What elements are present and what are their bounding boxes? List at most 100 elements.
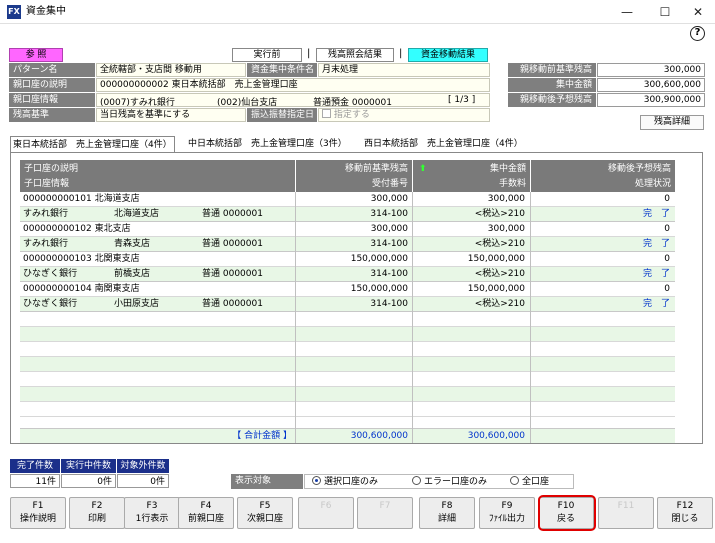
post-balance-cell: 0 bbox=[664, 254, 670, 264]
header-amount: ⬆ 集中金額 手数料 bbox=[413, 160, 530, 192]
table-row[interactable]: 000000000102 東北支店 300,000 300,000 0 bbox=[20, 222, 675, 237]
help-icon[interactable]: ? bbox=[690, 26, 705, 41]
child-branch: 青森支店 bbox=[114, 239, 151, 249]
empty-row bbox=[20, 342, 675, 357]
parent-account: 普通預金 0000001 bbox=[313, 98, 392, 108]
done-count-label: 完了件数 bbox=[10, 459, 60, 473]
post-balance-cell: 0 bbox=[664, 284, 670, 294]
tab-east[interactable]: 東日本統括部 売上金管理口座（4件） bbox=[10, 136, 175, 153]
done-count-value: 11件 bbox=[10, 474, 60, 488]
child-desc: 000000000102 東北支店 bbox=[23, 224, 131, 234]
maximize-icon[interactable]: ☐ bbox=[650, 3, 680, 21]
table-row[interactable]: ひなぎく銀行 小田原支店 普通 0000001 314-100 <税込>210 … bbox=[20, 297, 675, 312]
excluded-count-label: 対象外件数 bbox=[117, 459, 169, 473]
column-separator bbox=[530, 192, 531, 443]
fkey-f12-button[interactable]: F12 閉じる bbox=[657, 497, 713, 529]
pre-balance-cell: 300,000 bbox=[370, 194, 408, 204]
balance-detail-button[interactable]: 残高詳細 bbox=[640, 115, 704, 130]
fee-cell: <税込>210 bbox=[474, 209, 525, 219]
minimize-icon[interactable]: — bbox=[612, 3, 642, 21]
fkey-code: F11 bbox=[617, 501, 635, 511]
amount-cell: 300,000 bbox=[487, 224, 525, 234]
fkey-f4-button[interactable]: F4 前親口座 bbox=[178, 497, 234, 529]
tab-central[interactable]: 中日本統括部 売上金管理口座（3件） bbox=[186, 136, 349, 152]
column-separator bbox=[412, 192, 413, 443]
child-branch: 北海道支店 bbox=[114, 209, 160, 219]
transfer-checkbox[interactable] bbox=[322, 109, 331, 118]
empty-row bbox=[20, 312, 675, 327]
fkey-code: F7 bbox=[379, 501, 391, 511]
condition-label: 資金集中条件名 bbox=[247, 63, 317, 77]
table-row[interactable]: すみれ銀行 北海道支店 普通 0000001 314-100 <税込>210 完… bbox=[20, 207, 675, 222]
f10-highlight bbox=[538, 495, 596, 531]
running-count-label: 実行中件数 bbox=[61, 459, 116, 473]
close-icon[interactable]: ✕ bbox=[683, 3, 713, 21]
fkey-f9-button[interactable]: F9 ﾌｧｲﾙ出力 bbox=[479, 497, 535, 529]
collected-value: 300,600,000 bbox=[597, 78, 705, 92]
transfer-checkbox-label: 指定する bbox=[333, 110, 370, 120]
fkey-f3-button[interactable]: F3 1行表示 bbox=[124, 497, 180, 529]
child-branch: 小田原支店 bbox=[114, 299, 160, 309]
fkey-label: 1行表示 bbox=[135, 514, 169, 524]
radio-off-icon bbox=[412, 476, 421, 485]
pre-balance-cell: 300,000 bbox=[370, 224, 408, 234]
table-row[interactable]: すみれ銀行 青森支店 普通 0000001 314-100 <税込>210 完 … bbox=[20, 237, 675, 252]
header-desc: 子口座の説明 子口座情報 bbox=[20, 160, 295, 192]
fkey-label: 詳細 bbox=[437, 514, 456, 524]
child-desc: 000000000101 北海道支店 bbox=[23, 194, 140, 204]
fkey-f5-button[interactable]: F5 次親口座 bbox=[237, 497, 293, 529]
fkey-f2-button[interactable]: F2 印刷 bbox=[69, 497, 125, 529]
fkey-code: F1 bbox=[32, 501, 44, 511]
parent-info-label: 親口座情報 bbox=[9, 93, 95, 107]
child-bank: ひなぎく銀行 bbox=[23, 269, 78, 279]
child-bank: ひなぎく銀行 bbox=[23, 299, 78, 309]
parent-desc-value: 000000000002 東日本統括部 売上金管理口座 bbox=[96, 78, 490, 92]
app-icon: FX bbox=[7, 5, 21, 19]
receipt-number: 314-100 bbox=[370, 269, 408, 279]
table-row[interactable]: 000000000101 北海道支店 300,000 300,000 0 bbox=[20, 192, 675, 207]
fkey-label: 次親口座 bbox=[246, 514, 283, 524]
table-row[interactable]: 000000000103 北関東支店 150,000,000 150,000,0… bbox=[20, 252, 675, 267]
moved-result-button[interactable]: 資金移動結果 bbox=[408, 48, 488, 62]
pre-balance-cell: 150,000,000 bbox=[350, 284, 408, 294]
amount-cell: 150,000,000 bbox=[467, 254, 525, 264]
fee-cell: <税込>210 bbox=[474, 239, 525, 249]
transfer-date-label: 振込振替指定日 bbox=[247, 108, 317, 122]
empty-row bbox=[20, 327, 675, 342]
tab-west[interactable]: 西日本統括部 売上金管理口座（4件） bbox=[362, 136, 525, 152]
fkey-label: 操作説明 bbox=[19, 514, 56, 524]
child-account: 普通 0000001 bbox=[202, 299, 263, 309]
radio-error-only[interactable]: エラー口座のみ bbox=[412, 476, 487, 488]
up-arrow-icon[interactable]: ⬆ bbox=[419, 162, 427, 176]
fkey-f8-button[interactable]: F8 詳細 bbox=[419, 497, 475, 529]
radio-selected-only[interactable]: 選択口座のみ bbox=[312, 476, 378, 488]
table-row[interactable]: ひなぎく銀行 前橋支店 普通 0000001 314-100 <税込>210 完… bbox=[20, 267, 675, 282]
table-row[interactable]: 000000000104 南関東支店 150,000,000 150,000,0… bbox=[20, 282, 675, 297]
post-balance-cell: 0 bbox=[664, 194, 670, 204]
running-count-value: 0件 bbox=[61, 474, 116, 488]
child-desc: 000000000104 南関東支店 bbox=[23, 284, 140, 294]
fkey-label: 閉じる bbox=[671, 514, 699, 524]
pre-balance-label: 親移動前基準残高 bbox=[508, 63, 596, 77]
post-balance-label: 親移動後予想残高 bbox=[508, 93, 596, 107]
receipt-number: 314-100 bbox=[370, 299, 408, 309]
total-amount: 300,600,000 bbox=[467, 431, 525, 441]
post-balance-cell: 0 bbox=[664, 224, 670, 234]
separator: | bbox=[307, 48, 311, 59]
parent-branch: (002)仙台支店 bbox=[217, 98, 278, 108]
status-cell: 完 了 bbox=[642, 299, 670, 309]
fkey-f1-button[interactable]: F1 操作説明 bbox=[10, 497, 66, 529]
empty-row bbox=[20, 372, 675, 387]
mode-badge: 参 照 bbox=[9, 48, 63, 62]
empty-row bbox=[20, 357, 675, 372]
empty-row bbox=[20, 402, 675, 417]
radio-all[interactable]: 全口座 bbox=[510, 476, 549, 488]
parent-bank: (0007)すみれ銀行 bbox=[100, 98, 175, 108]
before-button[interactable]: 実行前 bbox=[232, 48, 302, 62]
inquiry-result-button[interactable]: 残高照会結果 bbox=[316, 48, 394, 62]
child-bank: すみれ銀行 bbox=[23, 239, 69, 249]
fkey-label: ﾌｧｲﾙ出力 bbox=[488, 514, 525, 524]
fkey-code: F4 bbox=[200, 501, 212, 511]
column-separator bbox=[295, 192, 296, 443]
pattern-label: パターン名 bbox=[9, 63, 95, 77]
